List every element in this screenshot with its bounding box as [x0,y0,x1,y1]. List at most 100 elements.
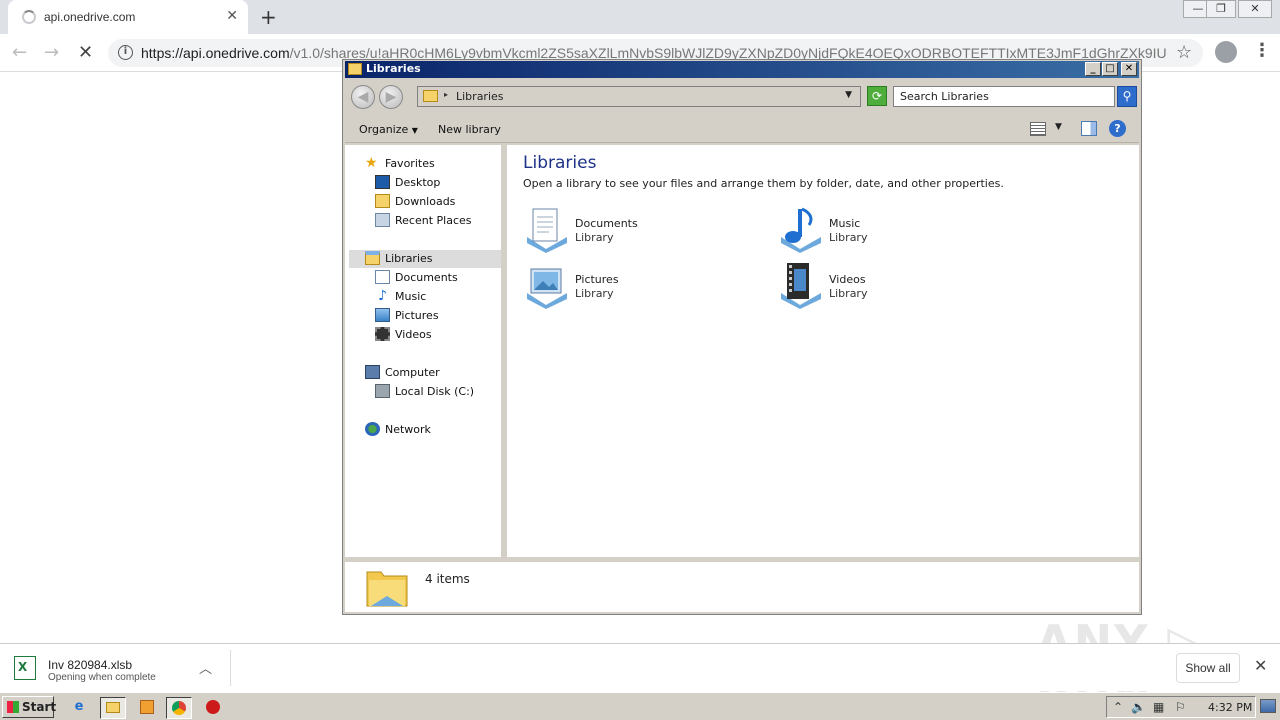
download-bar-close-icon[interactable]: ✕ [1254,656,1267,675]
explorer-taskbar-icon[interactable] [100,697,126,719]
new-tab-button[interactable]: + [260,5,277,29]
new-library-button[interactable]: New library [438,123,501,136]
change-view-icon[interactable] [1030,122,1046,136]
excel-file-icon [14,656,36,680]
browser-tab[interactable]: api.onedrive.com ✕ [8,0,248,34]
window-close-button[interactable]: ✕ [1238,0,1272,18]
forward-button[interactable]: → [44,42,59,63]
explorer-maximize-button[interactable]: □ [1102,62,1118,76]
back-button[interactable]: ← [12,42,27,63]
library-type: Library [575,231,614,244]
start-button[interactable]: Start [2,696,56,718]
address-dropdown-icon[interactable]: ▼ [845,90,852,100]
bookmark-star-icon[interactable]: ☆ [1176,42,1192,63]
explorer-close-button[interactable]: ✕ [1121,62,1137,76]
nav-item-label: Network [385,423,431,436]
folder-icon [348,63,362,75]
windows-logo-icon [7,701,19,713]
explorer-title-bar[interactable]: Libraries _ □ ✕ [345,61,1139,78]
show-desktop-icon[interactable] [1260,699,1276,713]
nav-item-music[interactable]: ♪ Music [375,288,495,306]
loading-spinner-icon [22,10,36,24]
chevron-down-icon: ▼ [411,126,418,135]
videos-icon [375,327,390,341]
help-icon[interactable]: ? [1109,120,1126,137]
content-pane: Libraries Open a library to see your fil… [507,145,1139,557]
content-title: Libraries [523,153,597,173]
site-info-icon[interactable]: i [118,45,133,60]
opera-icon[interactable] [200,697,226,719]
library-name: Pictures [575,273,619,286]
star-icon: ★ [365,155,378,171]
nav-item-label: Music [395,290,427,303]
nav-item-desktop[interactable]: Desktop [375,174,495,192]
download-bar: Inv 820984.xlsb Opening when complete ︿ … [0,643,1280,691]
internet-explorer-icon[interactable]: e [66,697,92,719]
document-icon [375,270,390,284]
documents-library-icon [527,208,567,253]
local-disk-icon [375,384,390,398]
search-input[interactable]: Search Libraries [893,86,1115,107]
chrome-taskbar-icon[interactable] [166,697,192,719]
organize-button[interactable]: Organize ▼ [359,123,418,136]
tab-title: api.onedrive.com [44,10,136,24]
nav-item-label: Documents [395,271,458,284]
nav-item-label: Local Disk (C:) [395,385,475,398]
nav-item-recent-places[interactable]: Recent Places [375,212,495,230]
explorer-minimize-button[interactable]: _ [1085,62,1101,76]
breadcrumb-libraries[interactable]: Libraries [456,90,504,103]
nav-item-label: Libraries [385,252,433,265]
download-status: Opening when complete [48,672,156,683]
library-item-documents[interactable]: Documents Library [523,207,743,257]
nav-item-downloads[interactable]: Downloads [375,193,495,211]
url-host: https://api.onedrive.com [141,45,290,61]
browser-menu-icon[interactable]: ⋮ [1253,40,1271,61]
library-type: Library [829,287,868,300]
nav-item-documents[interactable]: Documents [375,269,495,287]
show-all-button[interactable]: Show all [1176,653,1240,683]
flag-icon[interactable]: ⚐ [1175,700,1186,714]
window-restore-button[interactable]: ❐ [1206,0,1236,18]
tab-close-icon[interactable]: ✕ [226,8,238,24]
libraries-icon [365,251,380,265]
nav-item-network[interactable]: Network [365,421,495,439]
profile-avatar[interactable] [1215,41,1237,63]
chevron-up-icon[interactable]: ⌃ [1113,700,1123,714]
breadcrumb-arrow-icon[interactable]: ▸ [444,90,448,99]
explorer-address-bar[interactable]: ▸ Libraries ▼ [417,86,861,107]
computer-icon [365,365,380,379]
library-name: Videos [829,273,866,286]
nav-item-libraries[interactable]: Libraries [349,250,501,268]
network-icon [365,422,380,436]
explorer-window: Libraries _ □ ✕ ◀ ▶ ▸ Libraries ▼ ⟳ Sear… [342,59,1142,615]
explorer-forward-button[interactable]: ▶ [379,85,403,109]
library-item-music[interactable]: Music Library [777,207,997,257]
music-library-icon [781,207,821,253]
media-player-icon[interactable] [134,697,160,719]
library-type: Library [575,287,614,300]
nav-item-local-disk[interactable]: Local Disk (C:) [375,383,495,401]
library-item-pictures[interactable]: Pictures Library [523,263,743,313]
explorer-back-button[interactable]: ◀ [351,85,375,109]
stop-loading-button[interactable]: ✕ [78,42,93,63]
preview-pane-icon[interactable] [1081,121,1097,136]
network-tray-icon[interactable]: ▦ [1153,700,1164,714]
speaker-icon[interactable]: 🔈 [1131,700,1146,714]
nav-item-pictures[interactable]: Pictures [375,307,495,325]
clock[interactable]: 4:32 PM [1208,701,1252,714]
explorer-command-bar: Organize ▼ New library ▼ ? [345,115,1139,143]
nav-item-favorites[interactable]: ★ Favorites [365,155,495,173]
download-options-chevron-icon[interactable]: ︿ [199,658,212,677]
library-item-videos[interactable]: Videos Library [777,263,997,313]
refresh-button[interactable]: ⟳ [867,86,887,106]
nav-item-label: Favorites [385,157,435,170]
view-options-dropdown-icon[interactable]: ▼ [1055,122,1062,132]
music-icon: ♪ [378,288,387,304]
search-icon[interactable]: ⚲ [1117,86,1137,107]
download-file-name[interactable]: Inv 820984.xlsb [48,658,132,672]
nav-item-videos[interactable]: Videos [375,326,495,344]
desktop-icon [375,175,390,189]
navigation-pane: ★ Favorites Desktop Downloads Recent Pla… [345,145,504,557]
videos-library-icon [781,263,821,309]
nav-item-computer[interactable]: Computer [365,364,495,382]
